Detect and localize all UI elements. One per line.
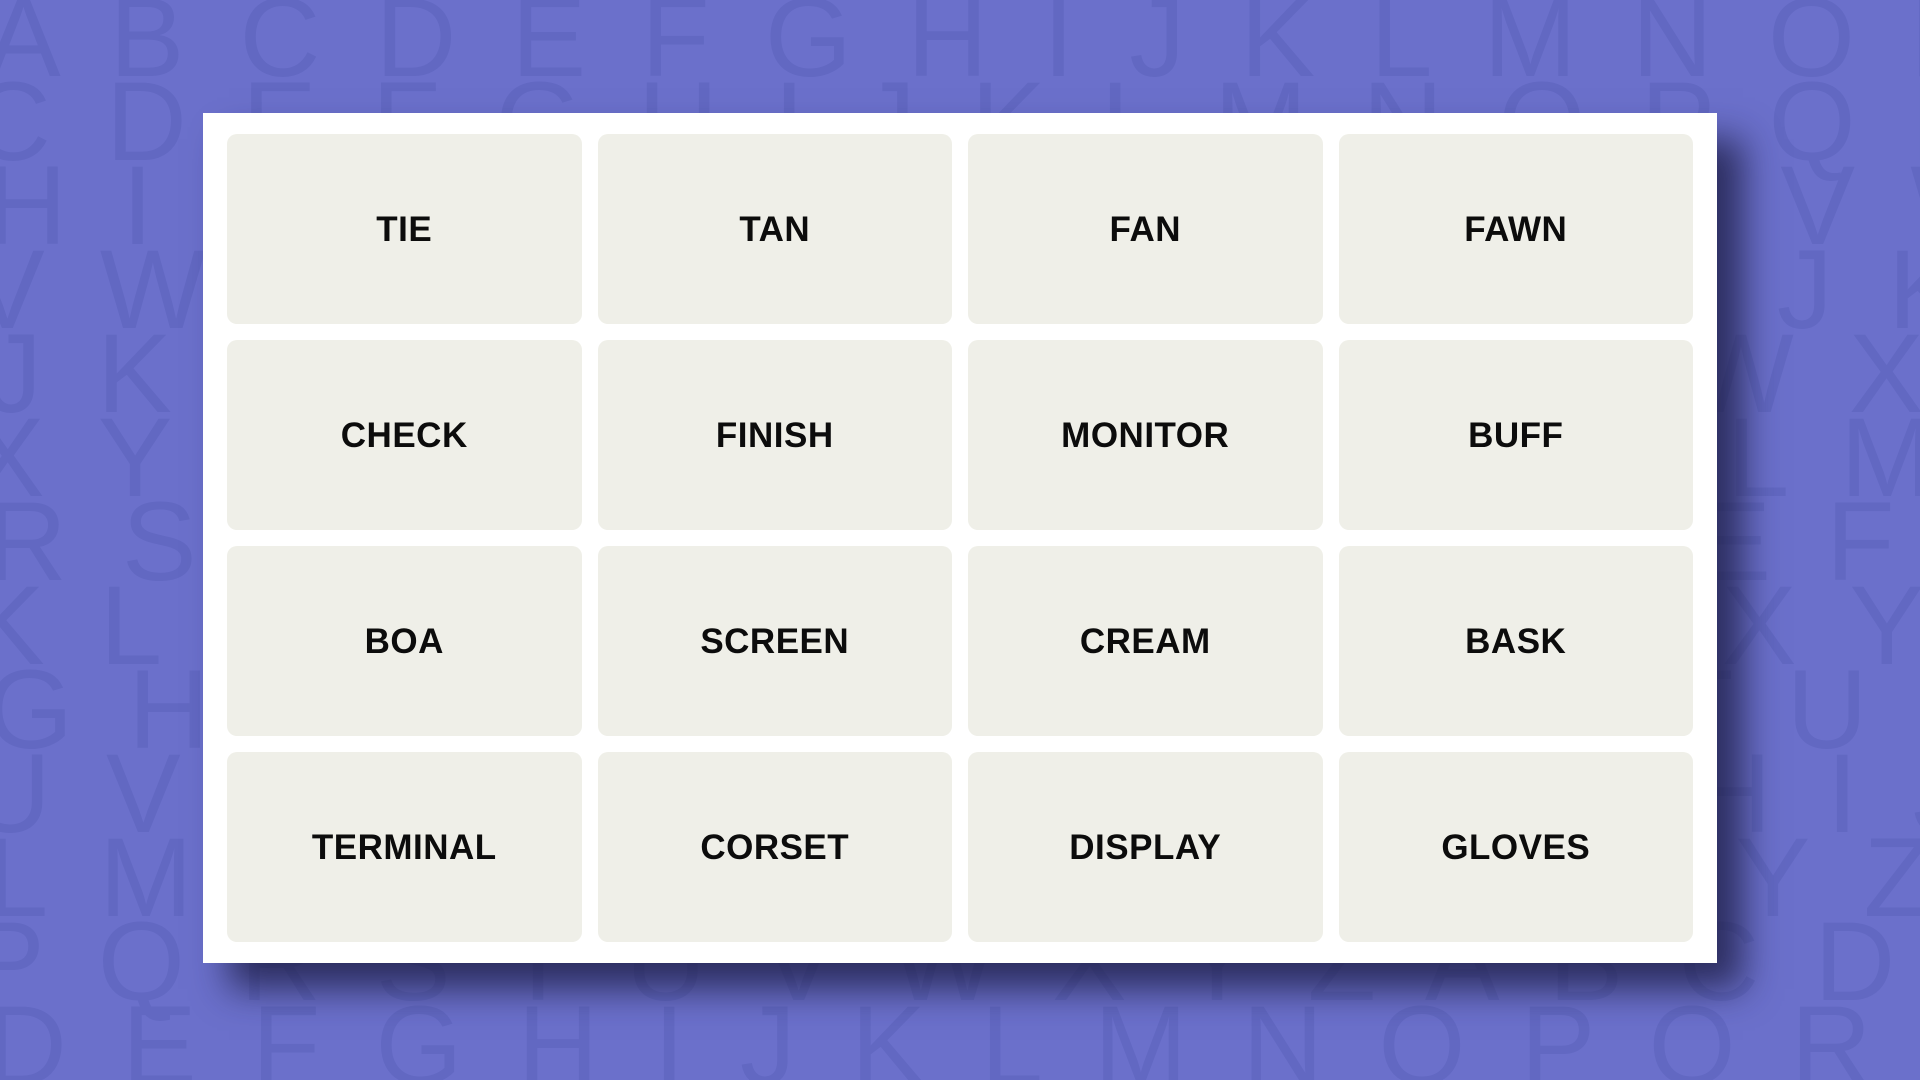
word-tile[interactable]: FAN <box>968 134 1323 324</box>
word-tile-label: BUFF <box>1468 415 1564 455</box>
word-tile[interactable]: CREAM <box>968 546 1323 736</box>
word-tile[interactable]: BOA <box>227 546 582 736</box>
word-tile[interactable]: MONITOR <box>968 340 1323 530</box>
word-tile-label: FINISH <box>715 415 834 455</box>
word-tile-label: FAWN <box>1464 209 1568 249</box>
word-tile-label: DISPLAY <box>1069 827 1222 867</box>
word-tile[interactable]: BUFF <box>1338 340 1693 530</box>
word-tile-label: BOA <box>364 621 444 661</box>
word-tile[interactable]: GLOVES <box>1338 752 1693 942</box>
word-tile[interactable]: TIE <box>227 134 582 324</box>
word-tile[interactable]: TAN <box>597 134 952 324</box>
word-tile[interactable]: FAWN <box>1338 134 1693 324</box>
background-letter-row: D E F G H I J K L M N O P Q R S T U V W … <box>0 983 1920 1080</box>
background-letter-row: A B C D E F G H I J K L M N O P Q R S T … <box>0 0 1920 100</box>
word-tile-label: BASK <box>1465 621 1567 661</box>
word-tile-label: TERMINAL <box>311 827 497 867</box>
word-tile-label: TIE <box>376 209 433 249</box>
word-tile-label: MONITOR <box>1061 415 1230 455</box>
word-tile-label: SCREEN <box>700 621 850 661</box>
word-tile-grid: TIE TAN FAN FAWN CHECK FINISH MONITOR BUFF BOA SC… <box>227 134 1693 942</box>
word-tile-label: TAN <box>739 209 811 249</box>
word-tile[interactable]: FINISH <box>597 340 952 530</box>
word-tile[interactable]: DISPLAY <box>968 752 1323 942</box>
word-tile-label: CREAM <box>1079 621 1211 661</box>
word-tile[interactable]: SCREEN <box>597 546 952 736</box>
background-letter-row: W X Y Z A B C D E F G H I J K L M N O P … <box>0 1074 1920 1080</box>
word-tile[interactable]: CHECK <box>227 340 582 530</box>
word-tile-label: FAN <box>1109 209 1181 249</box>
word-tile[interactable]: TERMINAL <box>227 752 582 942</box>
word-tile-label: CHECK <box>340 415 468 455</box>
word-board-card: TIE TAN FAN FAWN CHECK FINISH MONITOR BUFF BOA SC… <box>203 113 1717 963</box>
word-tile-label: GLOVES <box>1441 827 1591 867</box>
word-tile[interactable]: CORSET <box>597 752 952 942</box>
word-tile[interactable]: BASK <box>1338 546 1693 736</box>
word-tile-label: CORSET <box>700 827 850 867</box>
